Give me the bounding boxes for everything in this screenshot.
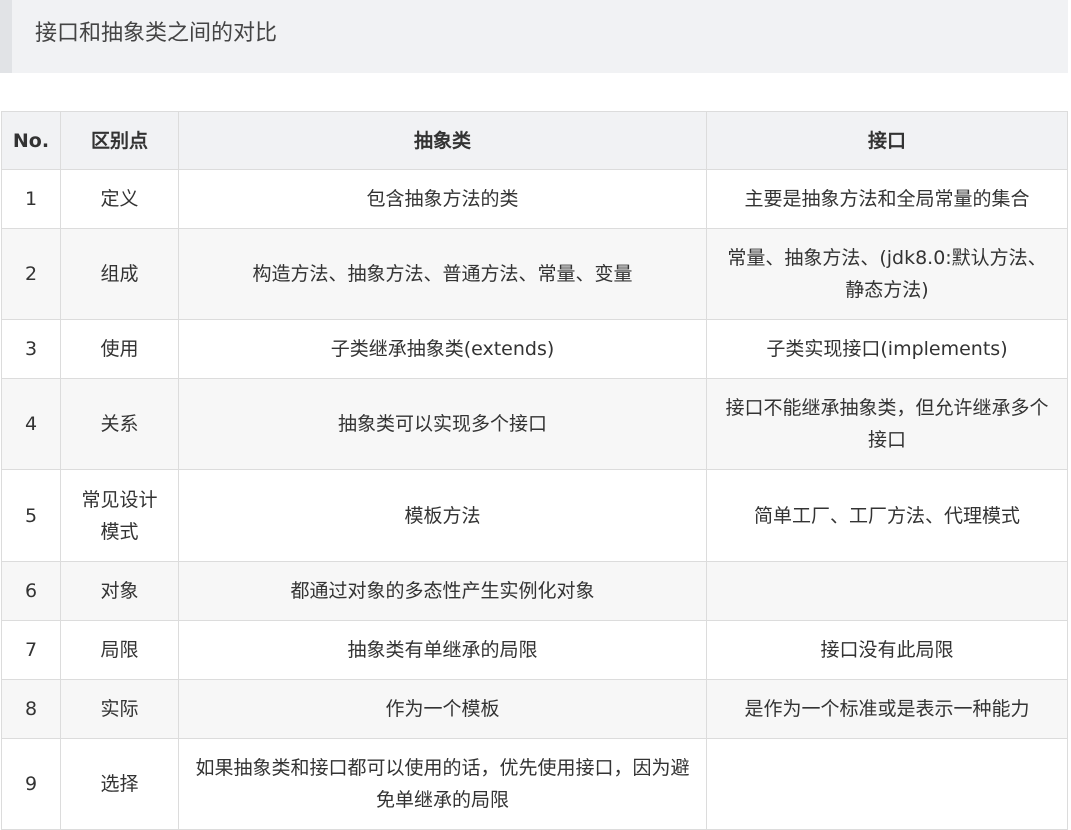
difference-point: 使用 (60, 319, 179, 379)
abstract-class-cell: 包含抽象方法的类 (178, 169, 707, 229)
table-row: 6 对象 都通过对象的多态性产生实例化对象 (1, 561, 1068, 621)
header-interface: 接口 (706, 111, 1068, 170)
difference-point: 组成 (60, 228, 179, 320)
difference-point: 对象 (60, 561, 179, 621)
header-abstract-class: 抽象类 (178, 111, 707, 170)
table-header-row: No. 区别点 抽象类 接口 (1, 111, 1068, 170)
row-number: 6 (1, 561, 61, 621)
interface-cell: 接口不能继承抽象类，但允许继承多个接口 (706, 378, 1068, 470)
abstract-class-cell: 都通过对象的多态性产生实例化对象 (178, 561, 707, 621)
row-number: 8 (1, 679, 61, 739)
row-number: 4 (1, 378, 61, 470)
difference-point: 常见设计模式 (60, 469, 179, 562)
table-row: 9 选择 如果抽象类和接口都可以使用的话，优先使用接口，因为避免单继承的局限 (1, 738, 1068, 830)
row-number: 1 (1, 169, 61, 229)
interface-cell (706, 561, 1068, 621)
interface-cell (706, 738, 1068, 830)
interface-cell: 子类实现接口(implements) (706, 319, 1068, 379)
abstract-class-cell: 抽象类可以实现多个接口 (178, 378, 707, 470)
table-row: 2 组成 构造方法、抽象方法、普通方法、常量、变量 常量、抽象方法、(jdk8.… (1, 228, 1068, 320)
difference-point: 局限 (60, 620, 179, 680)
difference-point: 实际 (60, 679, 179, 739)
section-heading-text: 接口和抽象类之间的对比 (35, 21, 278, 46)
table-row: 8 实际 作为一个模板 是作为一个标准或是表示一种能力 (1, 679, 1068, 739)
row-number: 2 (1, 228, 61, 320)
section-heading: 接口和抽象类之间的对比 (0, 0, 1068, 73)
comparison-table: No. 区别点 抽象类 接口 1 定义 包含抽象方法的类 主要是抽象方法和全局常… (1, 111, 1068, 830)
header-no: No. (1, 111, 61, 170)
abstract-class-cell: 模板方法 (178, 469, 707, 562)
table-row: 3 使用 子类继承抽象类(extends) 子类实现接口(implements) (1, 319, 1068, 379)
table-row: 5 常见设计模式 模板方法 简单工厂、工厂方法、代理模式 (1, 469, 1068, 562)
abstract-class-cell: 作为一个模板 (178, 679, 707, 739)
interface-cell: 是作为一个标准或是表示一种能力 (706, 679, 1068, 739)
table-row: 4 关系 抽象类可以实现多个接口 接口不能继承抽象类，但允许继承多个接口 (1, 378, 1068, 470)
row-number: 5 (1, 469, 61, 562)
table-row: 7 局限 抽象类有单继承的局限 接口没有此局限 (1, 620, 1068, 680)
table-row: 1 定义 包含抽象方法的类 主要是抽象方法和全局常量的集合 (1, 169, 1068, 229)
abstract-class-cell: 如果抽象类和接口都可以使用的话，优先使用接口，因为避免单继承的局限 (178, 738, 707, 830)
interface-cell: 接口没有此局限 (706, 620, 1068, 680)
difference-point: 定义 (60, 169, 179, 229)
abstract-class-cell: 构造方法、抽象方法、普通方法、常量、变量 (178, 228, 707, 320)
interface-cell: 主要是抽象方法和全局常量的集合 (706, 169, 1068, 229)
row-number: 3 (1, 319, 61, 379)
difference-point: 关系 (60, 378, 179, 470)
difference-point: 选择 (60, 738, 179, 830)
abstract-class-cell: 抽象类有单继承的局限 (178, 620, 707, 680)
interface-cell: 常量、抽象方法、(jdk8.0:默认方法、静态方法) (706, 228, 1068, 320)
interface-cell: 简单工厂、工厂方法、代理模式 (706, 469, 1068, 562)
row-number: 7 (1, 620, 61, 680)
header-difference-point: 区别点 (60, 111, 179, 170)
row-number: 9 (1, 738, 61, 830)
abstract-class-cell: 子类继承抽象类(extends) (178, 319, 707, 379)
